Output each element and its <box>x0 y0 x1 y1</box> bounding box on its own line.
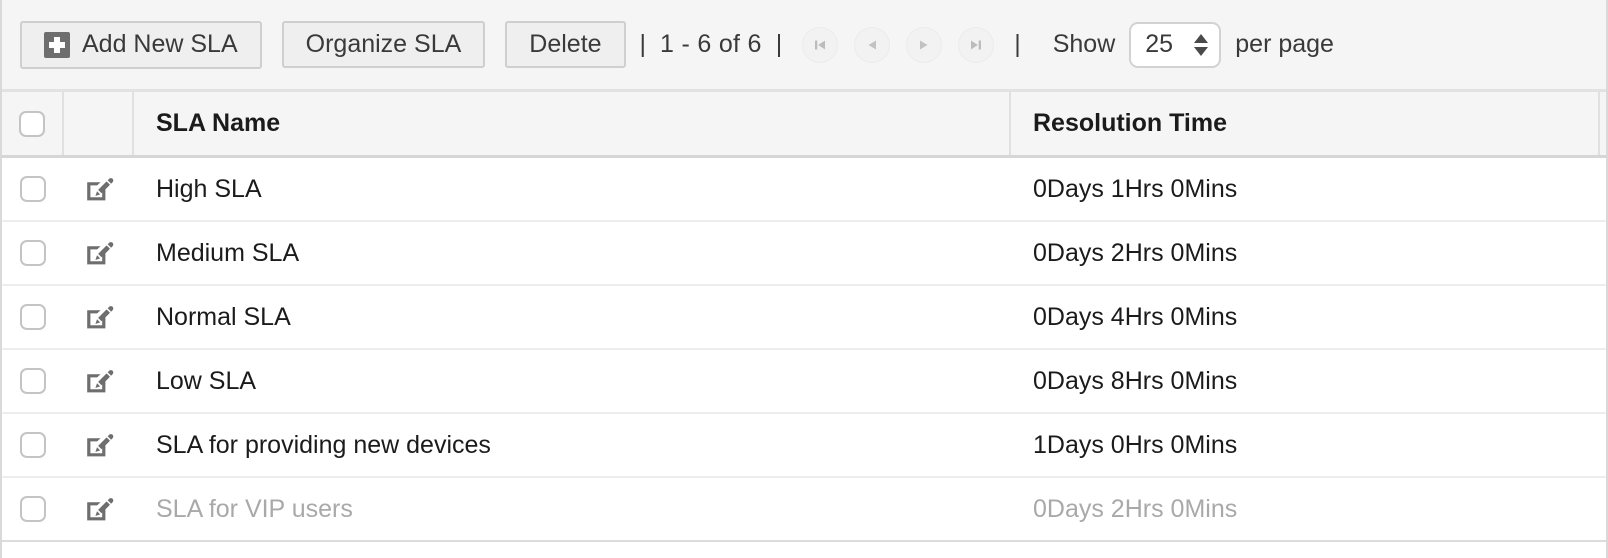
organize-sla-button[interactable]: Organize SLA <box>281 21 486 68</box>
row-select-cell <box>2 222 64 284</box>
row-select-checkbox[interactable] <box>20 240 46 266</box>
record-range-text: 1 - 6 of 6 <box>660 30 762 58</box>
row-select-checkbox[interactable] <box>20 496 46 522</box>
add-new-sla-button[interactable]: Add New SLA <box>20 20 262 69</box>
select-all-header-cell <box>2 92 64 155</box>
toolbar-divider-left: | <box>639 30 647 58</box>
resolution-time-cell: 0Days 4Hrs 0Mins <box>1011 286 1600 348</box>
table-row[interactable]: Medium SLA 0Days 2Hrs 0Mins <box>2 222 1606 286</box>
sla-name-cell: Normal SLA <box>134 286 1011 348</box>
page-size-value: 25 <box>1145 30 1174 58</box>
add-new-sla-label: Add New SLA <box>82 30 238 58</box>
row-tail-cell <box>1600 478 1606 540</box>
edit-icon[interactable] <box>84 302 114 332</box>
row-select-cell <box>2 414 64 476</box>
table-row[interactable]: Normal SLA 0Days 4Hrs 0Mins <box>2 286 1606 350</box>
grid-toolbar: Add New SLA Organize SLA Delete | 1 - 6 … <box>2 0 1606 92</box>
edit-icon[interactable] <box>84 366 114 396</box>
table-row[interactable]: SLA for providing new devices 1Days 0Hrs … <box>2 414 1606 478</box>
sla-name-header-label: SLA Name <box>156 109 281 137</box>
resolution-time-text: 0Days 1Hrs 0Mins <box>1033 174 1238 203</box>
row-select-checkbox[interactable] <box>20 432 46 458</box>
show-label: Show <box>1052 30 1116 58</box>
sla-name-text: High SLA <box>156 174 262 203</box>
sla-name-text: Medium SLA <box>156 238 300 267</box>
resolution-time-cell: 0Days 2Hrs 0Mins <box>1011 478 1600 540</box>
plus-square-icon <box>44 31 70 58</box>
pagination-controls <box>802 26 995 63</box>
row-tail-cell <box>1600 286 1606 348</box>
delete-button[interactable]: Delete <box>505 21 626 68</box>
sla-name-text: SLA for VIP users <box>156 494 353 523</box>
resolution-time-text: 0Days 4Hrs 0Mins <box>1033 302 1238 331</box>
row-tail-cell <box>1600 414 1606 476</box>
resolution-time-cell: 0Days 2Hrs 0Mins <box>1011 222 1600 284</box>
row-select-checkbox[interactable] <box>20 368 46 394</box>
resolution-time-header-label: Resolution Time <box>1033 109 1228 137</box>
sla-name-text: Low SLA <box>156 366 257 395</box>
sla-name-cell: Medium SLA <box>134 222 1011 284</box>
resolution-time-text: 0Days 8Hrs 0Mins <box>1033 366 1238 395</box>
row-select-cell <box>2 286 64 348</box>
row-edit-cell <box>64 350 134 412</box>
first-page-button[interactable] <box>802 26 839 63</box>
table-row[interactable]: High SLA 0Days 1Hrs 0Mins <box>2 158 1606 222</box>
row-select-cell <box>2 350 64 412</box>
row-select-checkbox[interactable] <box>20 304 46 330</box>
row-tail-cell <box>1600 222 1606 284</box>
resolution-time-header-cell[interactable]: Resolution Time <box>1011 92 1600 155</box>
toolbar-divider-mid: | <box>775 30 783 58</box>
stepper-arrows-icon <box>1194 33 1209 56</box>
edit-icon[interactable] <box>84 238 114 268</box>
resolution-time-cell: 0Days 1Hrs 0Mins <box>1011 158 1600 220</box>
per-page-label: per page <box>1235 30 1334 58</box>
sla-name-text: SLA for providing new devices <box>156 430 491 459</box>
row-tail-cell <box>1600 158 1606 220</box>
sla-name-cell: SLA for VIP users <box>134 478 1011 540</box>
sla-list-page: Add New SLA Organize SLA Delete | 1 - 6 … <box>0 0 1608 558</box>
organize-sla-label: Organize SLA <box>305 30 462 58</box>
row-select-cell <box>2 478 64 540</box>
delete-label: Delete <box>529 30 602 58</box>
row-edit-cell <box>64 286 134 348</box>
table-body: High SLA 0Days 1Hrs 0Mins Medium SLA 0Days … <box>2 158 1606 542</box>
select-all-checkbox[interactable] <box>19 110 45 137</box>
table-row[interactable]: Low SLA 0Days 8Hrs 0Mins <box>2 350 1606 414</box>
row-select-checkbox[interactable] <box>20 176 46 202</box>
resolution-time-text: 0Days 2Hrs 0Mins <box>1033 238 1238 267</box>
resolution-time-cell: 1Days 0Hrs 0Mins <box>1011 414 1600 476</box>
edit-icon[interactable] <box>84 174 114 204</box>
row-edit-cell <box>64 158 134 220</box>
table-row[interactable]: SLA for VIP users 0Days 2Hrs 0Mins <box>2 478 1606 542</box>
sla-name-header-cell[interactable]: SLA Name <box>134 92 1011 155</box>
sla-name-cell: SLA for providing new devices <box>134 414 1011 476</box>
page-size-select[interactable]: 25 <box>1129 21 1222 68</box>
toolbar-divider-right: | <box>1014 30 1021 58</box>
edit-icon[interactable] <box>84 430 114 460</box>
row-edit-cell <box>64 222 134 284</box>
row-edit-cell <box>64 414 134 476</box>
next-page-button[interactable] <box>906 26 943 63</box>
sla-name-cell: High SLA <box>134 158 1011 220</box>
sla-table: SLA Name Resolution Time High SLA 0Days 1… <box>2 92 1606 542</box>
row-edit-cell <box>64 478 134 540</box>
header-tail-cell <box>1600 92 1606 155</box>
edit-header-cell <box>64 92 134 155</box>
sla-name-text: Normal SLA <box>156 302 291 331</box>
previous-page-button[interactable] <box>854 26 891 63</box>
last-page-button[interactable] <box>958 26 995 63</box>
row-select-cell <box>2 158 64 220</box>
row-tail-cell <box>1600 350 1606 412</box>
resolution-time-text: 1Days 0Hrs 0Mins <box>1033 430 1238 459</box>
resolution-time-cell: 0Days 8Hrs 0Mins <box>1011 350 1600 412</box>
sla-name-cell: Low SLA <box>134 350 1011 412</box>
resolution-time-text: 0Days 2Hrs 0Mins <box>1033 494 1238 523</box>
table-header-row: SLA Name Resolution Time <box>2 92 1606 158</box>
edit-icon[interactable] <box>84 494 114 524</box>
